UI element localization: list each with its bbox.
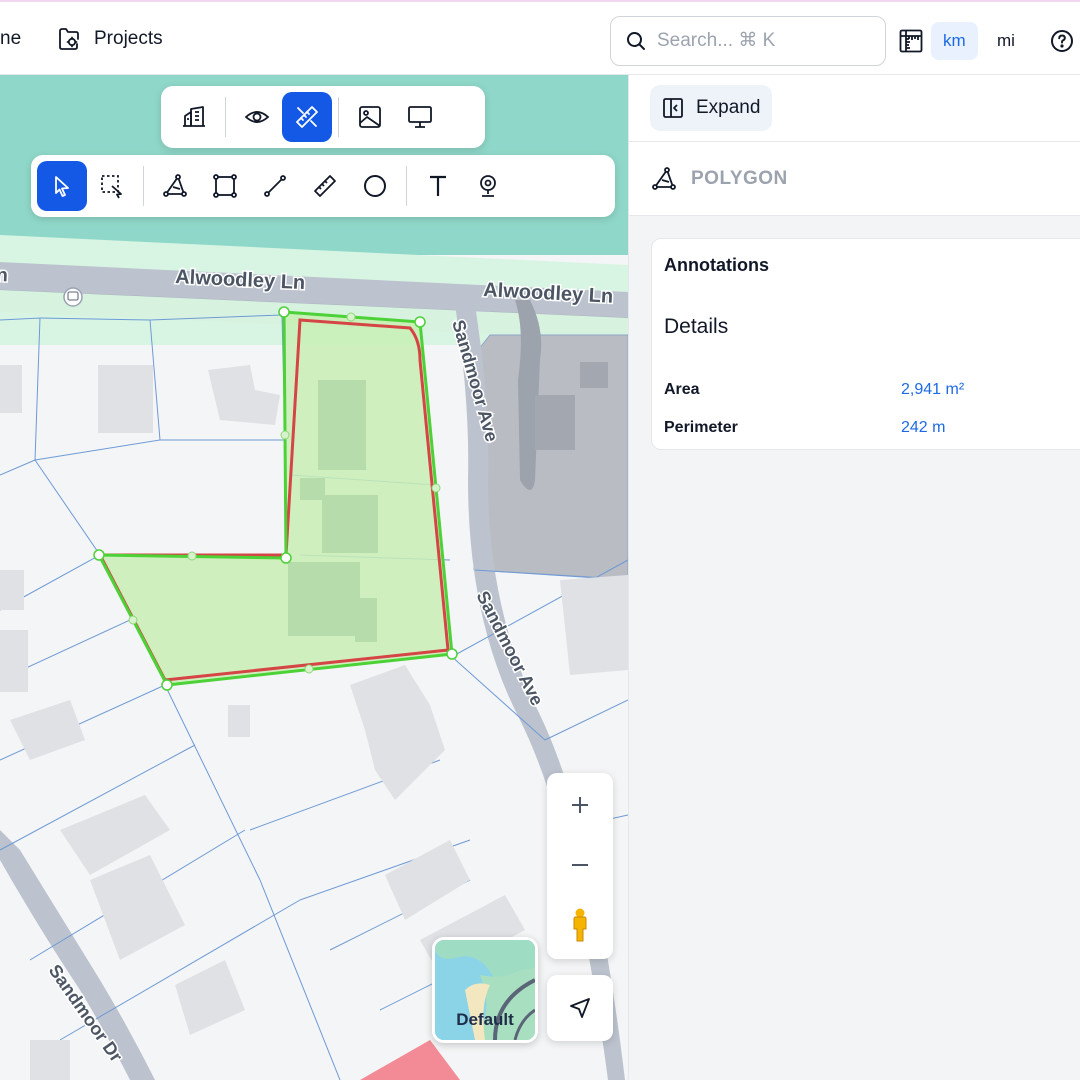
details-heading: Details <box>664 315 729 338</box>
polygon-icon <box>652 166 676 190</box>
marker-tool-button[interactable] <box>463 161 513 211</box>
zoom-out-button[interactable] <box>547 835 613 895</box>
ruler-icon <box>314 175 336 197</box>
text-tool-button[interactable] <box>413 161 463 211</box>
image-button[interactable] <box>345 92 395 142</box>
locate-button[interactable] <box>547 975 613 1041</box>
area-label: Area <box>664 381 700 398</box>
ruler-tool-button[interactable] <box>300 161 350 211</box>
monitor-icon <box>408 106 432 128</box>
minus-icon <box>572 864 588 866</box>
toolbar-divider <box>225 97 226 137</box>
marker-icon <box>480 175 496 197</box>
unit-km-button[interactable]: km <box>931 22 978 60</box>
street-view-button[interactable] <box>547 895 613 955</box>
search-box[interactable] <box>610 16 886 66</box>
annotations-title: Annotations <box>664 255 769 275</box>
building-icon <box>183 106 205 127</box>
search-input[interactable] <box>657 30 857 52</box>
expand-button[interactable]: Expand <box>650 85 773 131</box>
toolbar-divider <box>338 97 339 137</box>
circle-tool-button[interactable] <box>350 161 400 211</box>
building-button[interactable] <box>169 92 219 142</box>
help-icon[interactable] <box>1050 29 1074 53</box>
view-eye-button[interactable] <box>232 92 282 142</box>
street-label-sandmoor-ave-1: Sandmoor Ave <box>448 318 502 444</box>
view-toolbar <box>161 86 485 148</box>
line-tool-button[interactable] <box>250 161 300 211</box>
ruler-pencil-icon <box>296 106 318 128</box>
select-box-tool-button[interactable] <box>87 161 137 211</box>
perimeter-value: 242 m <box>901 419 946 436</box>
street-label-alwoodley-partial: n <box>0 265 8 286</box>
street-label-alwoodley-1: Alwoodley Ln <box>175 266 306 294</box>
draw-toolbar <box>31 155 615 217</box>
text-icon <box>430 175 446 196</box>
basemap-label: Default <box>456 1010 514 1029</box>
polygon-icon <box>163 174 187 197</box>
panel-header: Expand <box>629 75 1080 142</box>
measure-draw-button[interactable] <box>282 92 332 142</box>
image-icon <box>359 106 381 128</box>
expand-label: Expand <box>696 97 761 118</box>
plus-icon <box>572 797 588 813</box>
toolbar-divider <box>406 166 407 206</box>
pointer-tool-button[interactable] <box>37 161 87 211</box>
nav-home-link[interactable]: ne <box>0 28 21 50</box>
annotation-type-label: POLYGON <box>691 167 788 189</box>
map-canvas[interactable]: n Alwoodley Ln Alwoodley Ln Sandmoor Ave… <box>0 75 628 1080</box>
perimeter-label: Perimeter <box>664 419 738 436</box>
street-label-sandmoor-ave-2: Sandmoor Ave <box>472 588 547 709</box>
panel-expand-icon <box>663 98 683 118</box>
select-box-icon <box>101 175 122 199</box>
top-bar: ne Projects km mi <box>0 0 1080 75</box>
toolbar-divider <box>143 166 144 206</box>
line-icon <box>264 175 286 197</box>
nav-projects-link[interactable]: Projects <box>56 26 163 52</box>
street-label-alwoodley-2: Alwoodley Ln <box>483 279 614 308</box>
unit-ruler-icon[interactable] <box>898 28 924 54</box>
search-icon <box>627 32 645 50</box>
pointer-icon <box>55 176 69 197</box>
details-panel: Expand POLYGON Annotations Details Area … <box>628 75 1080 1080</box>
basemap-switcher[interactable]: Default <box>432 937 538 1043</box>
street-labels: n Alwoodley Ln Alwoodley Ln Sandmoor Ave… <box>0 263 615 1067</box>
annotation-type-row: POLYGON <box>629 142 1080 216</box>
rectangle-icon <box>213 174 237 198</box>
area-value: 2,941 m² <box>901 381 965 398</box>
present-button[interactable] <box>395 92 445 142</box>
pegman-icon <box>573 908 587 942</box>
zoom-controls <box>547 773 613 959</box>
street-label-sandmoor-dr: Sandmoor Dr <box>45 961 127 1066</box>
projects-icon <box>59 28 79 50</box>
polygon-tool-button[interactable] <box>150 161 200 211</box>
nav-projects-label: Projects <box>94 28 163 49</box>
navigation-arrow-icon <box>570 998 590 1018</box>
circle-icon <box>364 175 386 197</box>
unit-mi-button[interactable]: mi <box>985 22 1027 60</box>
zoom-in-button[interactable] <box>547 775 613 835</box>
annotations-card: Annotations Details Area 2,941 m² Perime… <box>651 238 1080 450</box>
rectangle-tool-button[interactable] <box>200 161 250 211</box>
eye-icon <box>244 111 270 123</box>
